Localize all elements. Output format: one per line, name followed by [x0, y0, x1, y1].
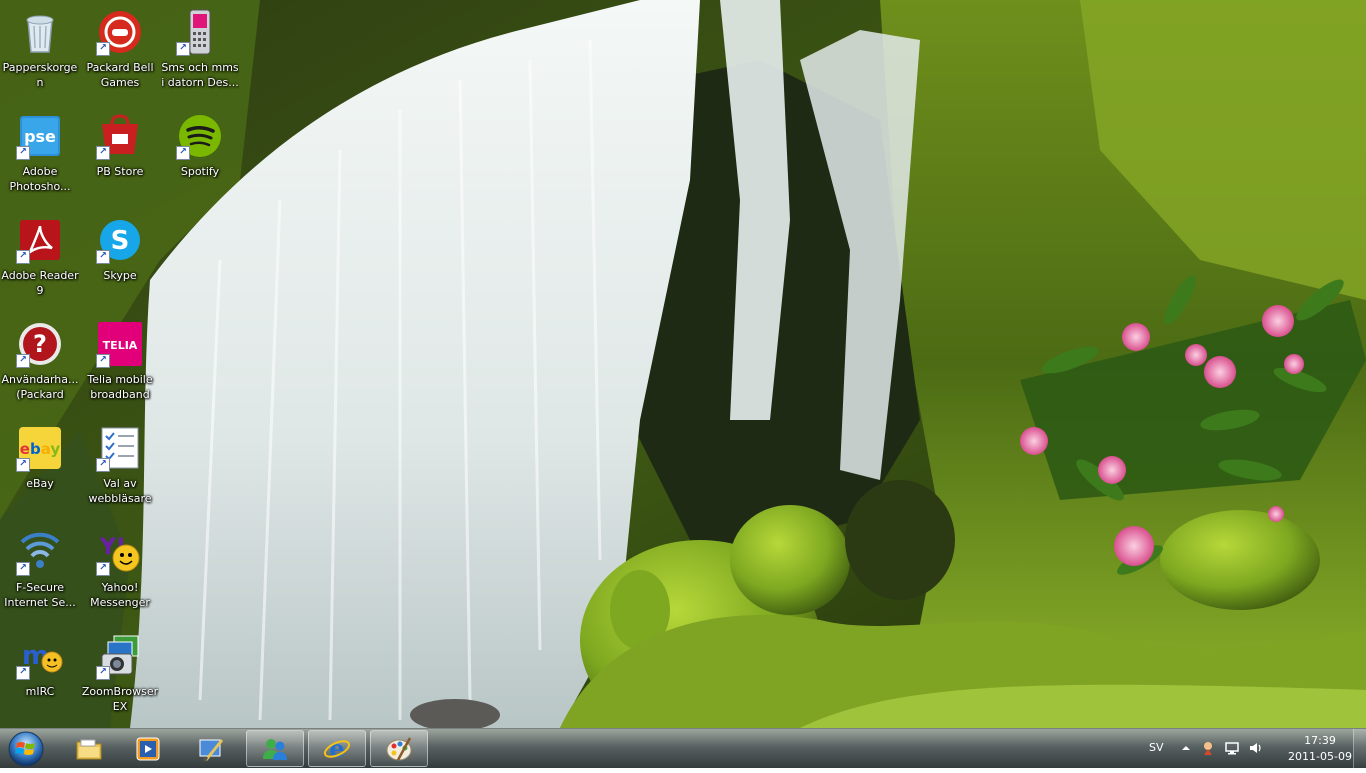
mirc-icon: m ↗ — [16, 632, 64, 680]
svg-text:?: ? — [33, 330, 47, 358]
help-icon: ? ↗ — [16, 320, 64, 368]
taskbar-button-explorer[interactable] — [60, 730, 118, 767]
desktop-icon-label: eBay — [26, 477, 54, 490]
taskbar-button-paint-brush[interactable] — [182, 730, 240, 767]
desktop-icon-photoshop[interactable]: pse ↗ Adobe Photosho... — [1, 110, 79, 210]
shortcut-arrow-icon: ↗ — [96, 354, 110, 368]
tray-app-icon[interactable] — [1200, 740, 1216, 756]
file-explorer-icon — [76, 739, 102, 759]
shortcut-arrow-icon: ↗ — [16, 146, 30, 160]
desktop-icon-mirc[interactable]: m ↗ mIRC — [1, 630, 79, 728]
desktop-icon-skype[interactable]: S ↗ Skype — [81, 214, 159, 314]
shortcut-arrow-icon: ↗ — [96, 42, 110, 56]
taskbar: e SV 17:39 2011-05-09 — [0, 728, 1366, 769]
clock-date: 2011-05-09 — [1288, 750, 1352, 763]
desktop-icon-recycle-bin[interactable]: Papperskorgen — [1, 6, 79, 106]
desktop-icon-label: Papperskorgen — [2, 61, 78, 89]
f-secure-icon: ↗ — [16, 528, 64, 576]
start-button[interactable] — [4, 729, 48, 769]
desktop-icon-label: Spotify — [180, 165, 220, 178]
desktop-icon-label: Skype — [103, 269, 137, 282]
desktop-icon-spotify[interactable]: ↗ Spotify — [161, 110, 239, 210]
clock[interactable]: 17:39 2011-05-09 — [1284, 733, 1356, 765]
desktop-icon-f-secure[interactable]: ↗ F-Secure Internet Se... — [1, 526, 79, 626]
skype-icon: S ↗ — [96, 216, 144, 264]
desktop-icon-label: Telia mobile broadband — [87, 373, 153, 401]
shortcut-arrow-icon: ↗ — [96, 250, 110, 264]
desktop-icon-label: Sms och mms i datorn Des... — [161, 61, 239, 89]
svg-text:TELIA: TELIA — [103, 339, 138, 352]
desktop-icon-label: Yahoo! Messenger — [90, 581, 150, 609]
desktop-icon-label: PB Store — [96, 165, 144, 178]
svg-text:ebay: ebay — [20, 440, 61, 458]
shortcut-arrow-icon: ↗ — [16, 250, 30, 264]
browser-choice-icon: ↗ — [96, 424, 144, 472]
windows-start-icon — [8, 731, 44, 767]
desktop-icon-browser-choice[interactable]: ↗ Val av webbläsare — [81, 422, 159, 522]
yahoo-messenger-icon: Y! ↗ — [96, 528, 144, 576]
desktop-icon-label: Val av webbläsare — [88, 477, 152, 505]
desktop-icon-user-manual[interactable]: ? ↗ Användarha... (Packard Bel... — [1, 318, 79, 418]
desktop-icon-label: mIRC — [25, 685, 55, 698]
shortcut-arrow-icon: ↗ — [96, 666, 110, 680]
media-player-icon — [136, 737, 160, 760]
system-tray: SV 17:39 2011-05-09 — [1140, 729, 1366, 769]
svg-text:e: e — [329, 734, 344, 763]
ebay-icon: ebay ↗ — [16, 424, 64, 472]
network-icon[interactable] — [1224, 740, 1240, 756]
shortcut-arrow-icon: ↗ — [96, 458, 110, 472]
desktop-icon-adobe-reader[interactable]: ↗ Adobe Reader 9 — [1, 214, 79, 314]
paint-brush-icon — [199, 738, 224, 762]
shortcut-arrow-icon: ↗ — [16, 458, 30, 472]
recycle-bin-icon — [16, 8, 64, 56]
shortcut-arrow-icon: ↗ — [176, 42, 190, 56]
taskbar-button-paint[interactable] — [370, 730, 428, 767]
svg-text:S: S — [111, 226, 130, 256]
pb-store-icon: ↗ — [96, 112, 144, 160]
phone-icon: ↗ — [176, 8, 224, 56]
clock-time: 17:39 — [1304, 734, 1336, 747]
desktop-icon-ebay[interactable]: ebay ↗ eBay — [1, 422, 79, 522]
desktop-icon-zoombrowser[interactable]: ↗ ZoomBrowser EX — [81, 630, 159, 728]
desktop-icon-pb-store[interactable]: ↗ PB Store — [81, 110, 159, 210]
paint-icon — [386, 736, 412, 761]
desktop-icon-sms-mms[interactable]: ↗ Sms och mms i datorn Des... — [161, 6, 239, 106]
desktop-icon-label: Packard Bell Games — [86, 61, 154, 89]
messenger-icon — [263, 738, 287, 760]
shortcut-arrow-icon: ↗ — [16, 666, 30, 680]
volume-icon[interactable] — [1248, 740, 1264, 756]
taskbar-button-media-player[interactable] — [119, 730, 177, 767]
desktop-icon-label: F-Secure Internet Se... — [4, 581, 76, 609]
zoombrowser-icon: ↗ — [96, 632, 144, 680]
show-hidden-icons-icon[interactable] — [1178, 740, 1194, 756]
packard-bell-games-icon: ↗ — [96, 8, 144, 56]
desktop[interactable]: Papperskorgen pse ↗ Adobe Photosho... ↗ … — [0, 0, 1366, 728]
desktop-icon-label: Användarha... (Packard Bel... — [1, 373, 79, 401]
language-indicator[interactable]: SV — [1149, 741, 1164, 754]
desktop-icon-packard-bell-games[interactable]: ↗ Packard Bell Games — [81, 6, 159, 106]
desktop-icon-label: ZoomBrowser EX — [81, 685, 159, 713]
svg-text:pse: pse — [24, 127, 56, 146]
taskbar-button-internet-explorer[interactable]: e — [308, 730, 366, 767]
shortcut-arrow-icon: ↗ — [176, 146, 190, 160]
desktop-icon-label: Adobe Reader 9 — [1, 269, 79, 297]
photoshop-elements-icon: pse ↗ — [16, 112, 64, 160]
internet-explorer-icon: e — [323, 734, 351, 763]
shortcut-arrow-icon: ↗ — [16, 562, 30, 576]
shortcut-arrow-icon: ↗ — [96, 562, 110, 576]
show-desktop-button[interactable] — [1353, 729, 1366, 769]
taskbar-button-messenger[interactable] — [246, 730, 304, 767]
shortcut-arrow-icon: ↗ — [16, 354, 30, 368]
spotify-icon: ↗ — [176, 112, 224, 160]
desktop-icon-yahoo-messenger[interactable]: Y! ↗ Yahoo! Messenger — [81, 526, 159, 626]
adobe-reader-icon: ↗ — [16, 216, 64, 264]
desktop-icon-label: Adobe Photosho... — [9, 165, 71, 193]
telia-icon: TELIA ↗ — [96, 320, 144, 368]
shortcut-arrow-icon: ↗ — [96, 146, 110, 160]
desktop-icon-telia[interactable]: TELIA ↗ Telia mobile broadband — [81, 318, 159, 418]
